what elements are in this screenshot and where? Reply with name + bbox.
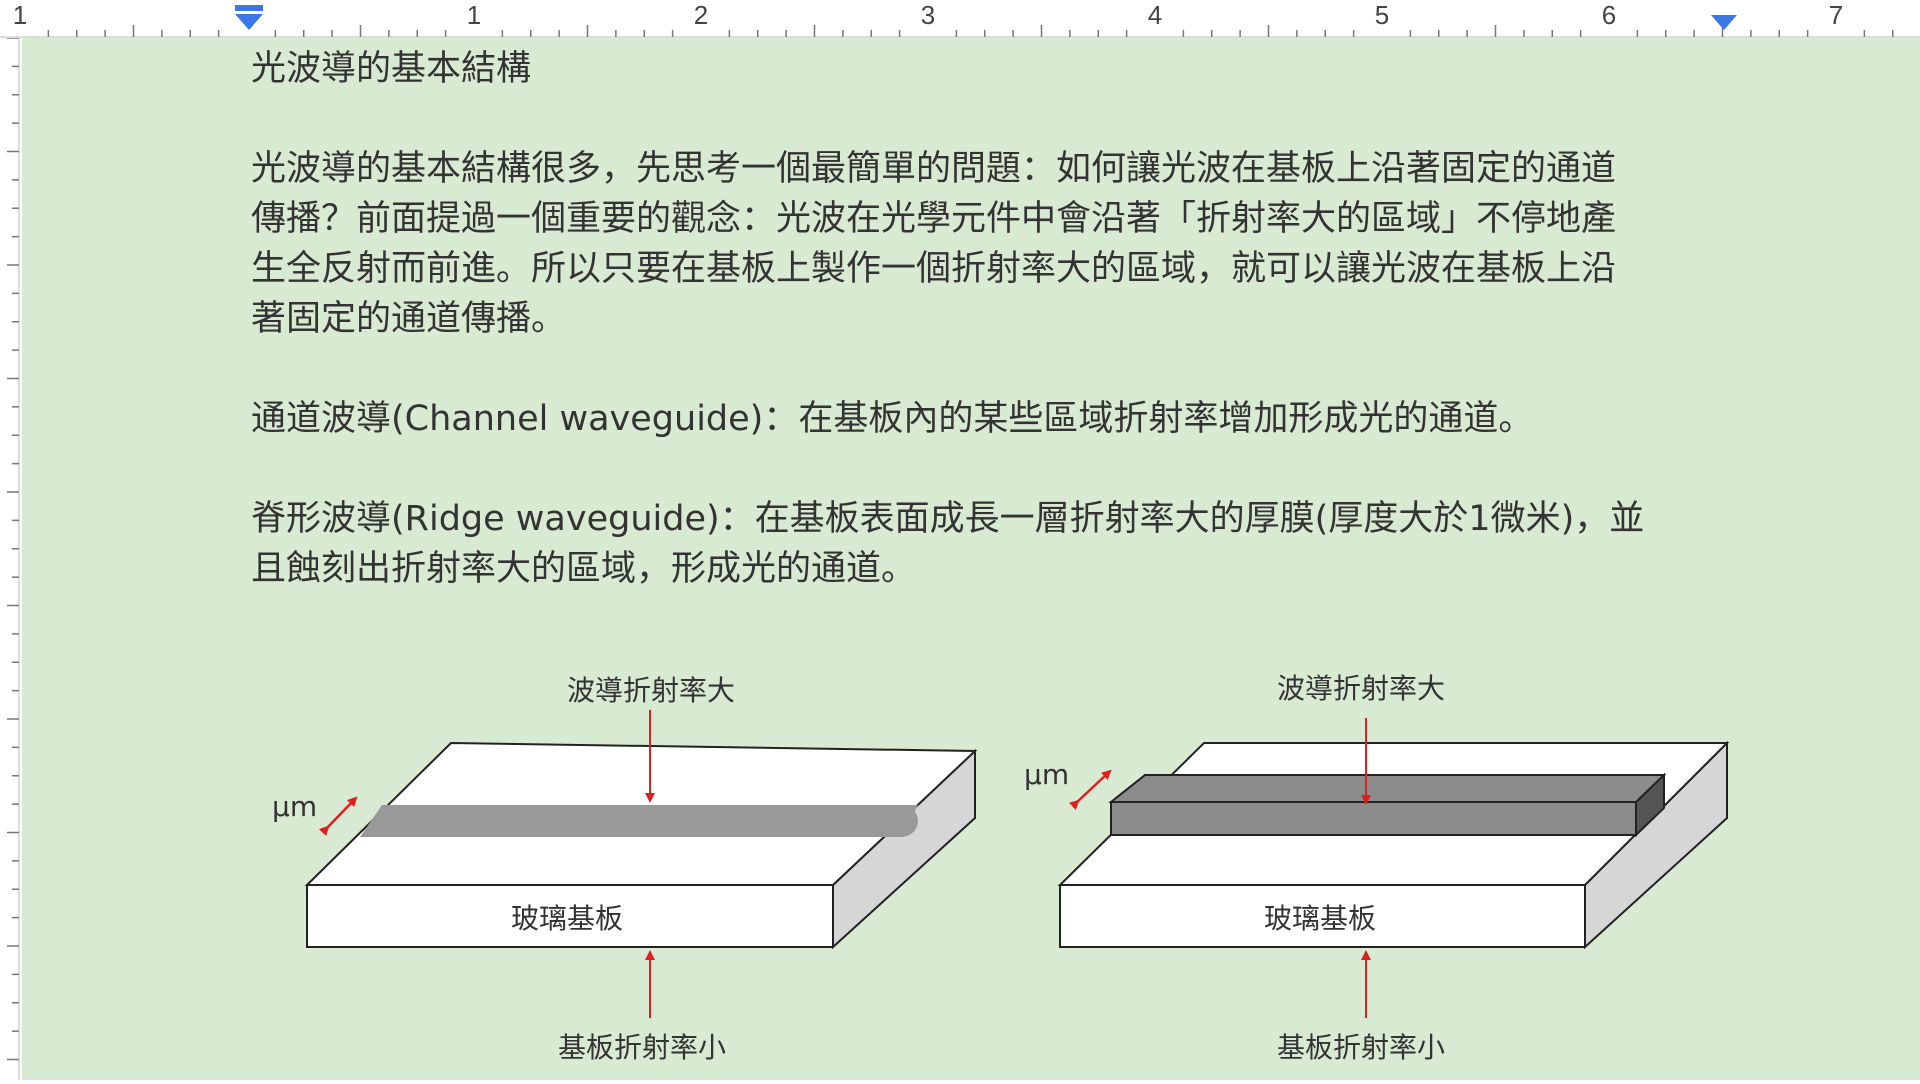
thickness-arrow-right [1068,769,1112,811]
waveguide-diagrams [304,710,1730,1018]
thickness-arrow-left [318,796,358,837]
left-bottom-label: 基板折射率小 [558,1031,727,1064]
right-unit-label: µm [1024,758,1070,791]
ridge-top [1108,774,1667,803]
right-top-label: 波導折射率大 [1277,672,1446,705]
right-substrate-label: 玻璃基板 [1264,902,1377,935]
channel-waveguide-diagram [304,710,978,1018]
ridge-waveguide-diagram [1057,718,1730,1018]
left-substrate-label: 玻璃基板 [511,902,624,935]
right-bottom-label: 基板折射率小 [1277,1031,1446,1064]
left-unit-label: µm [272,790,318,823]
channel-waveguide-band [360,805,918,837]
ridge-front [1110,801,1637,836]
channel-end [884,805,918,837]
left-top-label: 波導折射率大 [567,674,736,707]
